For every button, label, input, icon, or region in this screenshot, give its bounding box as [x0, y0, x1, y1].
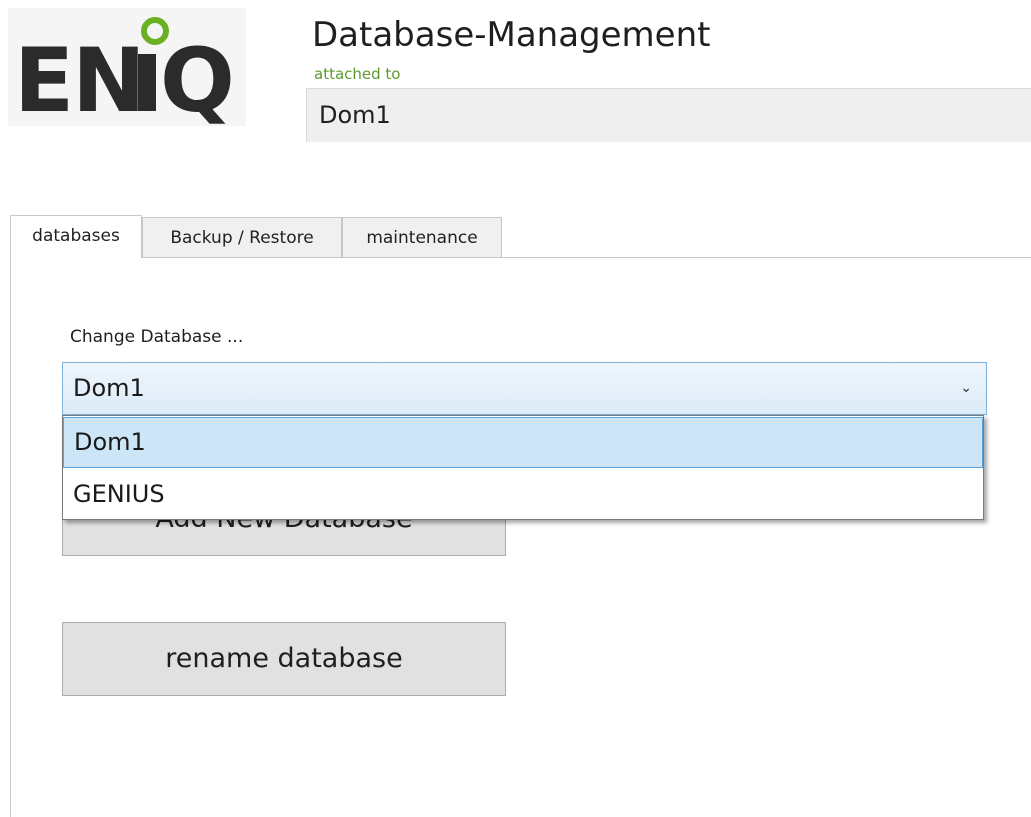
change-database-select[interactable]: Dom1 ⌄ [62, 362, 987, 415]
tab-backup-restore[interactable]: Backup / Restore [142, 217, 342, 257]
attached-database-field: Dom1 [306, 88, 1031, 142]
page-title: Database-Management [312, 15, 711, 55]
database-dropdown-list: Dom1 GENIUS [62, 415, 984, 520]
selected-database-value: Dom1 [73, 374, 145, 402]
svg-text:Q: Q [160, 29, 235, 126]
attached-to-label: attached to [314, 65, 401, 83]
rename-database-button[interactable]: rename database [62, 622, 506, 696]
dropdown-option-genius[interactable]: GENIUS [63, 471, 983, 517]
chevron-down-icon[interactable]: ⌄ [960, 363, 972, 414]
tab-strip: databases Backup / Restore maintenance [10, 215, 1031, 258]
eniq-logo: EN Q [8, 8, 246, 126]
dropdown-option-dom1[interactable]: Dom1 [63, 417, 983, 468]
svg-text:EN: EN [14, 29, 144, 126]
tab-databases[interactable]: databases [10, 215, 142, 258]
change-database-label: Change Database ... [70, 327, 244, 347]
tab-maintenance[interactable]: maintenance [342, 217, 502, 257]
